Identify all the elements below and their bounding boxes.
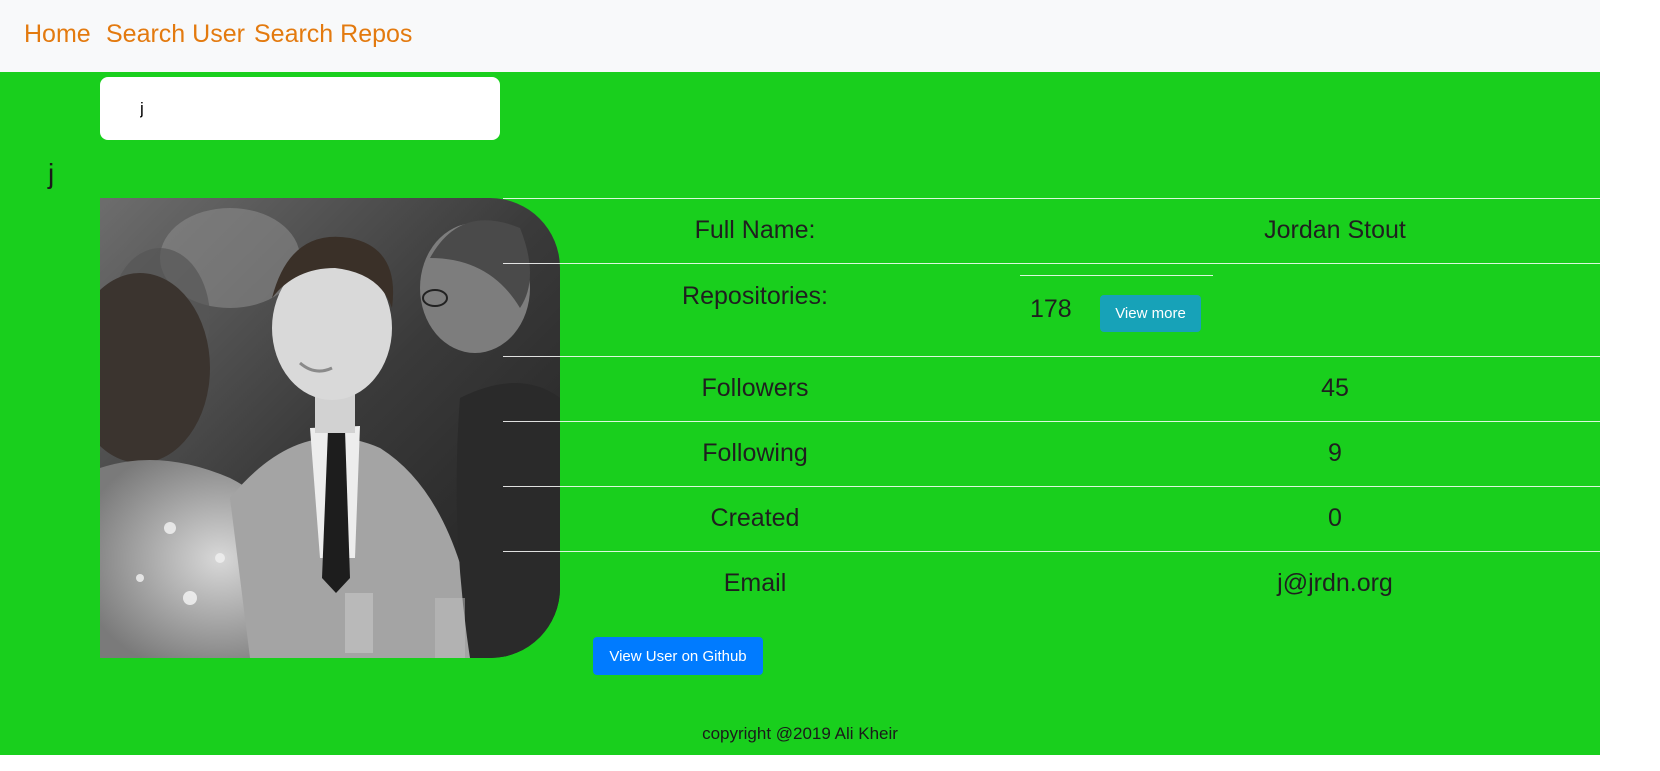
email-value: j@jrdn.org (1277, 569, 1393, 597)
repositories-label: Repositories: (682, 282, 828, 310)
full-name-label: Full Name: (694, 216, 816, 244)
footer-copyright: copyright @2019 Ali Kheir (702, 724, 898, 743)
navbar: Home Search User Search Repos (0, 0, 1600, 72)
username-heading: j (48, 158, 55, 189)
full-name-value: Jordan Stout (1264, 216, 1406, 244)
search-input[interactable] (100, 77, 500, 140)
followers-value: 45 (1321, 374, 1349, 402)
created-value: 0 (1328, 504, 1342, 532)
table-divider (503, 263, 1660, 264)
nav-home-link[interactable]: Home (24, 20, 91, 49)
user-avatar (100, 198, 560, 658)
following-value: 9 (1328, 439, 1342, 467)
created-label: Created (710, 504, 800, 532)
table-divider (503, 551, 1660, 552)
main-content: j j Full Name: Jordan Stout Repositories… (0, 72, 1660, 755)
table-divider (503, 198, 1660, 199)
repositories-count: 178 (1030, 295, 1072, 323)
email-label: Email (723, 569, 787, 597)
view-on-github-button[interactable]: View User on Github (593, 637, 763, 675)
table-divider (503, 486, 1660, 487)
table-divider (503, 356, 1660, 357)
nav-search-user-link[interactable]: Search User (106, 20, 245, 49)
table-divider (503, 421, 1660, 422)
view-more-button[interactable]: View more (1100, 295, 1201, 332)
followers-label: Followers (701, 374, 809, 402)
avatar-photo-icon (100, 198, 560, 658)
nav-search-repos-link[interactable]: Search Repos (254, 20, 412, 49)
table-divider (1020, 275, 1213, 276)
following-label: Following (702, 439, 808, 467)
